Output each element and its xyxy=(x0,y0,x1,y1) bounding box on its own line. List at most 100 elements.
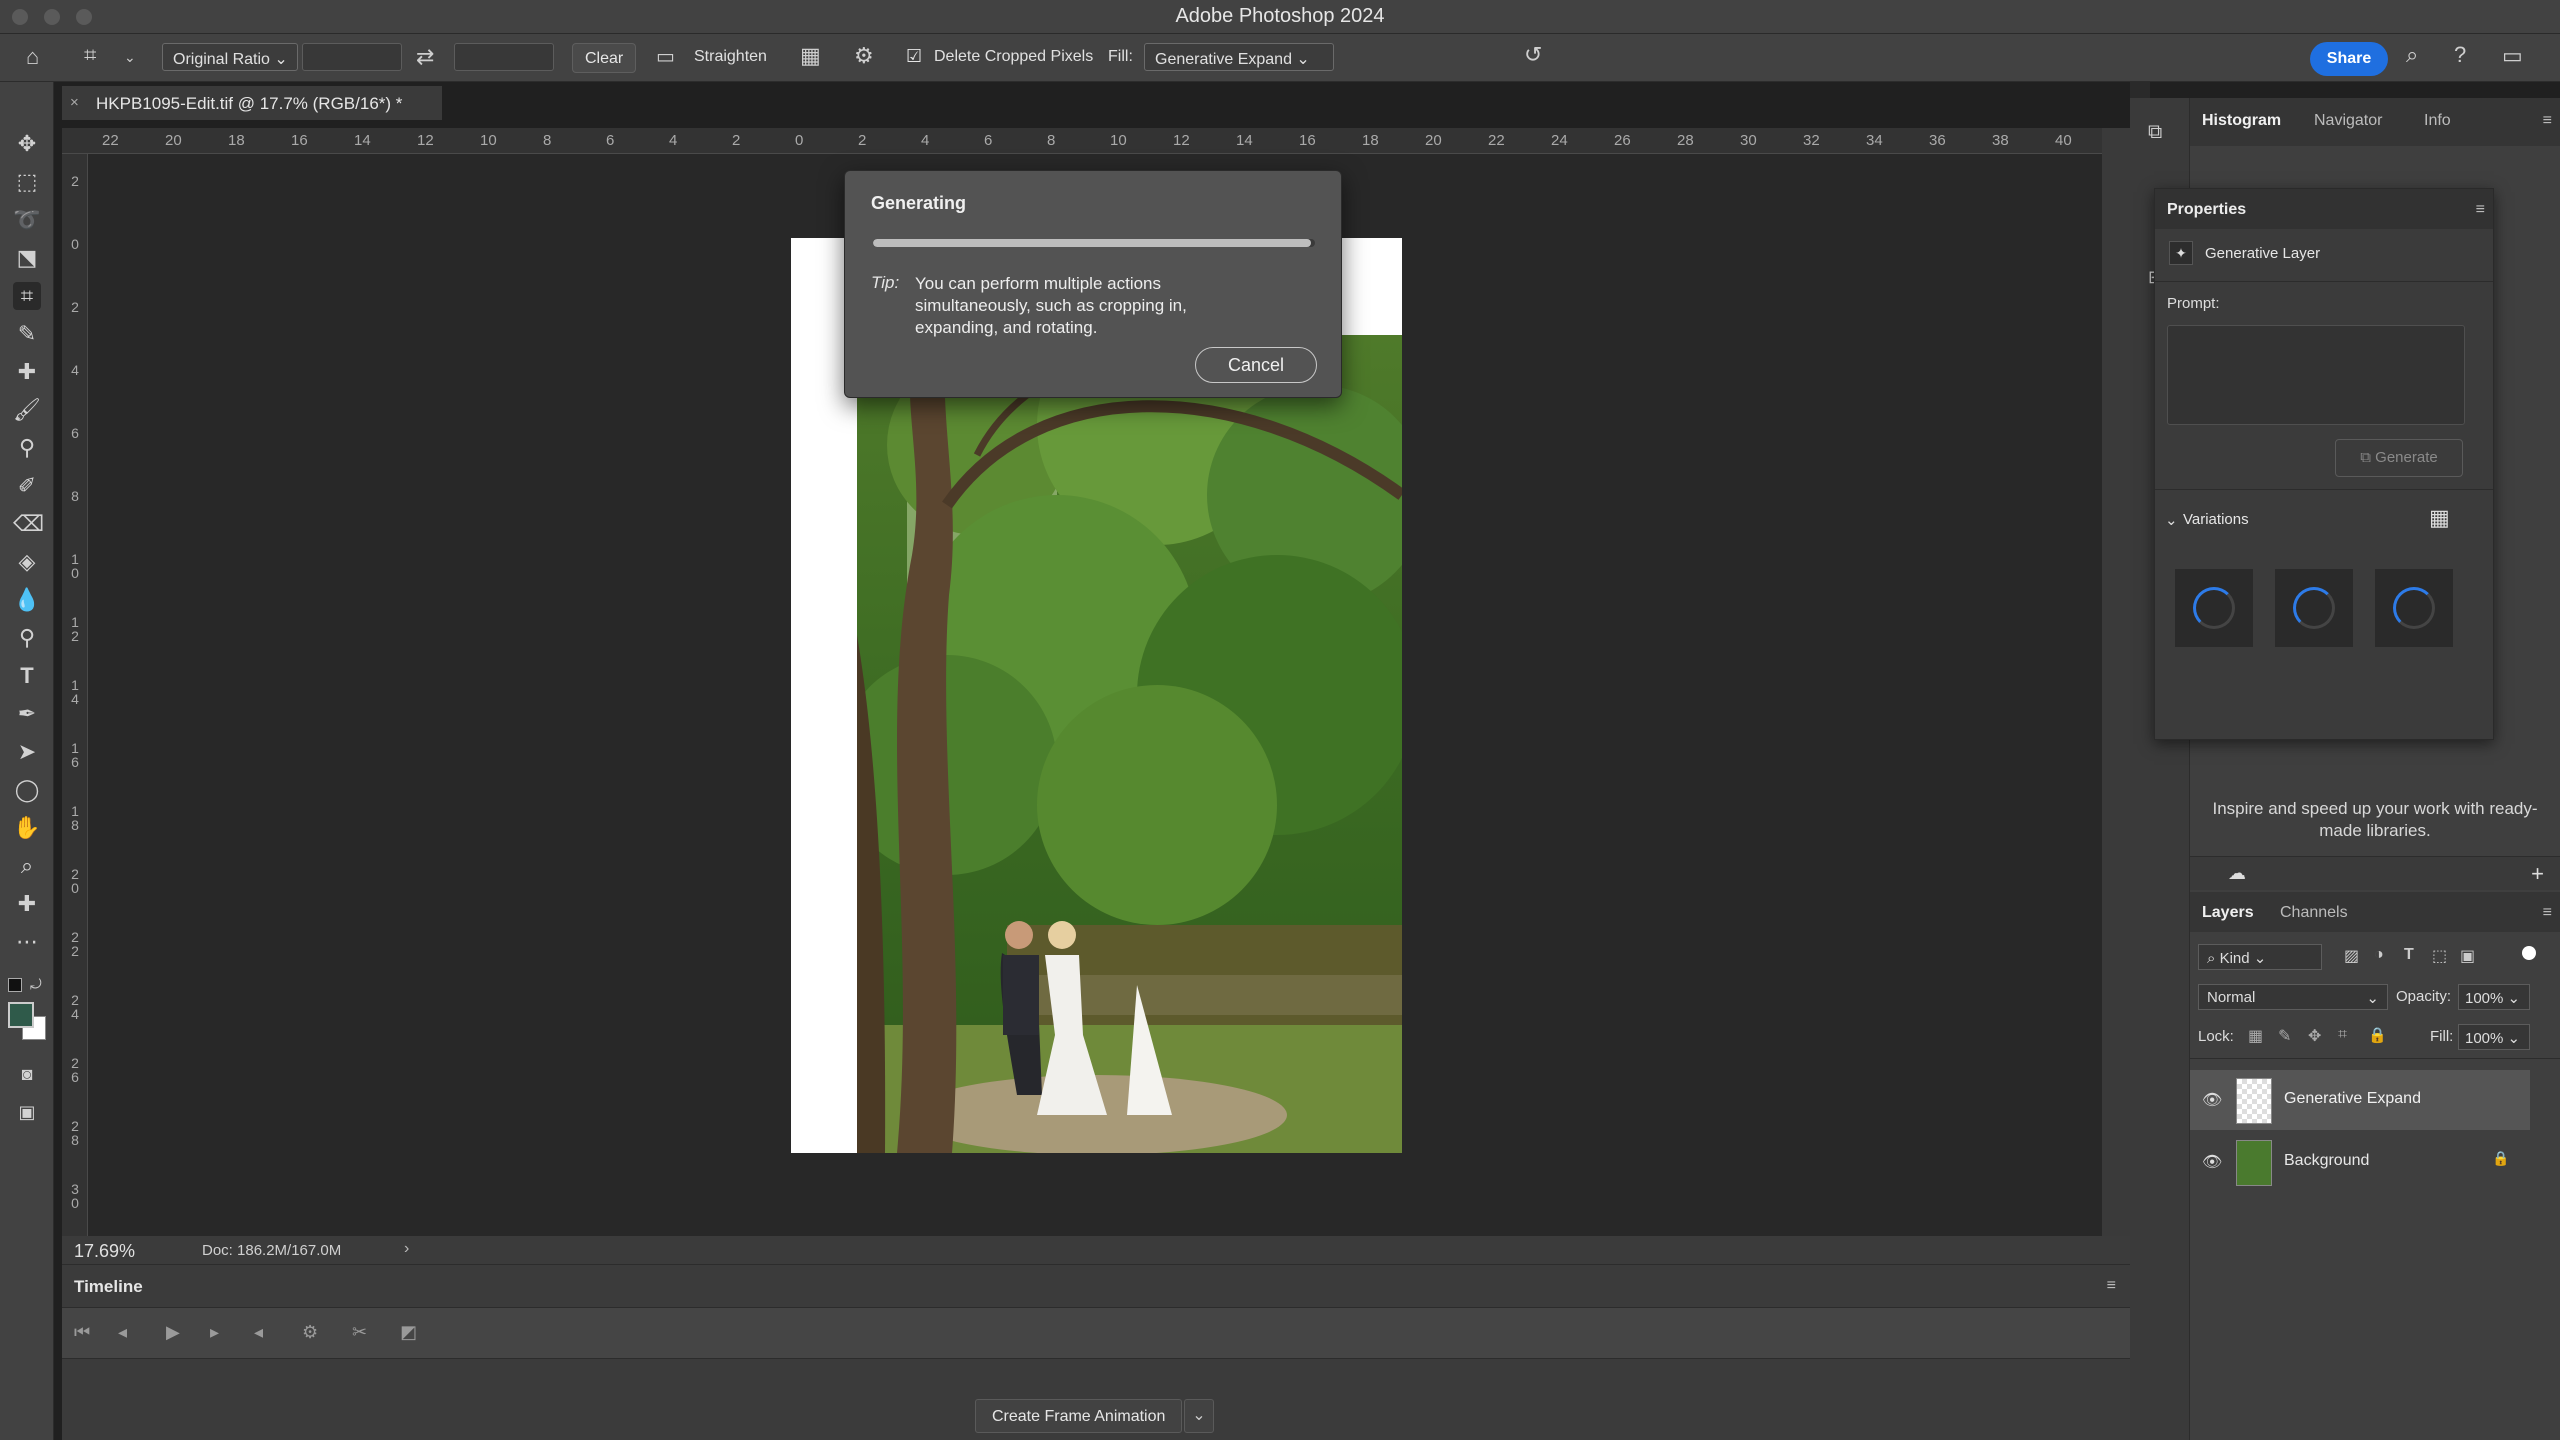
chevron-down-icon[interactable]: ⌄ xyxy=(1184,1399,1214,1433)
ratio-select[interactable]: Original Ratio ⌄ xyxy=(162,43,298,71)
adjustment-filter-icon[interactable]: ◑ xyxy=(2374,946,2384,964)
width-input[interactable] xyxy=(302,43,402,71)
paint-bucket-tool-icon[interactable]: ◈ xyxy=(13,548,41,576)
clone-stamp-tool-icon[interactable]: ⚲ xyxy=(13,434,41,462)
lock-all-icon[interactable]: 🔒 xyxy=(2368,1026,2387,1044)
variation-thumbnail[interactable] xyxy=(2175,569,2253,647)
shape-filter-icon[interactable]: ⬚ xyxy=(2432,946,2447,966)
foreground-color-swatch[interactable] xyxy=(8,1002,34,1028)
play-icon[interactable]: ▶ xyxy=(166,1322,180,1343)
help-icon[interactable]: ? xyxy=(2454,44,2466,66)
path-selection-tool-icon[interactable]: ➤ xyxy=(13,738,41,766)
home-icon[interactable]: ⌂ xyxy=(26,46,39,68)
hand-tool-icon[interactable]: ✋ xyxy=(13,814,41,842)
scissors-icon[interactable]: ✂ xyxy=(352,1322,367,1343)
type-filter-icon[interactable]: T xyxy=(2404,946,2414,964)
smart-object-filter-icon[interactable]: ▣ xyxy=(2460,946,2475,966)
tab-info[interactable]: Info xyxy=(2424,112,2451,130)
tab-channels[interactable]: Channels xyxy=(2280,904,2348,922)
prompt-input[interactable] xyxy=(2167,325,2465,425)
lock-pixels-icon[interactable]: ✎ xyxy=(2278,1026,2291,1046)
type-tool-icon[interactable]: T xyxy=(13,662,41,690)
straighten-icon[interactable]: ▭ xyxy=(656,47,675,67)
brush-tool-icon[interactable]: 🖌 xyxy=(13,396,41,424)
workspace-icon[interactable]: ▭ xyxy=(2502,45,2523,67)
default-colors-icon[interactable] xyxy=(8,978,22,992)
healing-brush-tool-icon[interactable]: ✚ xyxy=(13,358,41,386)
lock-position-icon[interactable]: ✥ xyxy=(2308,1026,2321,1046)
lock-transparent-icon[interactable]: ▦ xyxy=(2248,1026,2263,1046)
history-icon[interactable]: ⧉ xyxy=(2148,122,2162,142)
cancel-button[interactable]: Cancel xyxy=(1195,347,1317,383)
eyedropper-tool-icon[interactable]: ✎ xyxy=(13,320,41,348)
tab-layers[interactable]: Layers xyxy=(2202,904,2254,922)
quick-mask-icon[interactable]: ◙ xyxy=(13,1060,41,1088)
lasso-tool-icon[interactable]: ➰ xyxy=(13,206,41,234)
vertical-scrollbar[interactable] xyxy=(2102,128,2130,1236)
move-tool-icon[interactable]: ✥ xyxy=(13,130,41,158)
tab-navigator[interactable]: Navigator xyxy=(2314,112,2382,130)
zoom-level[interactable]: 17.69% xyxy=(74,1241,135,1262)
layer-name[interactable]: Background xyxy=(2284,1152,2369,1170)
audio-icon[interactable]: ◂ xyxy=(254,1322,263,1343)
panel-menu-icon[interactable]: ≡ xyxy=(2543,904,2552,922)
panel-menu-icon[interactable]: ≡ xyxy=(2476,201,2485,219)
settings-icon[interactable]: ⚙ xyxy=(302,1322,318,1343)
transition-icon[interactable]: ◩ xyxy=(400,1322,417,1343)
filter-toggle-icon[interactable] xyxy=(2522,946,2536,960)
panel-menu-icon[interactable]: ≡ xyxy=(2107,1277,2116,1295)
next-frame-icon[interactable]: ▸ xyxy=(210,1322,219,1343)
blur-tool-icon[interactable]: 💧 xyxy=(13,586,41,614)
grid-overlay-icon[interactable]: ▦ xyxy=(800,45,821,67)
pen-tool-icon[interactable]: ✒ xyxy=(13,700,41,728)
layer-name[interactable]: Generative Expand xyxy=(2284,1090,2421,1108)
object-selection-tool-icon[interactable]: ⬔ xyxy=(13,244,41,272)
zoom-tool-icon[interactable]: ⌕ xyxy=(13,852,41,880)
cloud-icon[interactable]: ☁ xyxy=(2228,863,2246,884)
layer-row-background[interactable]: 👁 Background 🔒 xyxy=(2190,1132,2530,1192)
fill-input[interactable]: 100% ⌄ xyxy=(2458,1024,2530,1050)
swap-icon[interactable]: ⇄ xyxy=(416,46,434,68)
gear-icon[interactable]: ⚙ xyxy=(854,45,874,67)
search-icon[interactable]: ⌕ xyxy=(2406,44,2418,66)
visibility-eye-icon[interactable]: 👁 xyxy=(2202,1090,2222,1110)
chevron-down-icon[interactable]: ⌄ xyxy=(124,50,136,64)
height-input[interactable] xyxy=(454,43,554,71)
add-icon[interactable]: + xyxy=(2531,861,2544,887)
checkbox-checked-icon[interactable]: ☑ xyxy=(906,47,922,65)
panel-menu-icon[interactable]: ≡ xyxy=(2543,112,2552,130)
straighten-label[interactable]: Straighten xyxy=(694,48,767,66)
more-tools-icon[interactable]: ⋯ xyxy=(13,928,41,956)
clear-button[interactable]: Clear xyxy=(572,43,637,73)
fill-select[interactable]: Generative Expand ⌄ xyxy=(1144,43,1334,71)
reset-icon[interactable]: ↺ xyxy=(1524,44,1542,66)
opacity-input[interactable]: 100% ⌄ xyxy=(2458,984,2530,1010)
kind-filter-select[interactable]: ⌕ Kind ⌄ xyxy=(2198,944,2322,970)
crop-tool-icon[interactable]: ⌗ xyxy=(13,282,41,310)
create-frame-animation-button[interactable]: Create Frame Animation xyxy=(975,1399,1183,1433)
chevron-down-icon[interactable]: ⌄ xyxy=(2165,511,2178,529)
dodge-tool-icon[interactable]: ⚲ xyxy=(13,624,41,652)
chevron-right-icon[interactable]: › xyxy=(404,1240,409,1258)
pixel-filter-icon[interactable]: ▨ xyxy=(2344,946,2359,966)
grid-view-icon[interactable]: ▦ xyxy=(2429,505,2450,531)
crop-tool-preset-icon[interactable]: ⌗ xyxy=(84,44,96,66)
share-button[interactable]: Share xyxy=(2310,42,2388,76)
eraser-tool-icon[interactable]: ⌫ xyxy=(13,510,44,538)
marquee-tool-icon[interactable]: ⬚ xyxy=(13,168,41,196)
first-frame-icon[interactable]: ⏮ xyxy=(74,1322,90,1343)
tab-histogram[interactable]: Histogram xyxy=(2202,112,2281,130)
close-tab-icon[interactable]: × xyxy=(70,94,79,111)
blend-mode-select[interactable]: Normal ⌄ xyxy=(2198,984,2388,1010)
generate-button[interactable]: ⧉ Generate xyxy=(2335,439,2463,477)
visibility-eye-icon[interactable]: 👁 xyxy=(2202,1152,2222,1172)
previous-frame-icon[interactable]: ◂ xyxy=(118,1322,127,1343)
swap-colors-icon[interactable]: ⤾ xyxy=(30,976,42,993)
variation-thumbnail[interactable] xyxy=(2375,569,2453,647)
ellipse-tool-icon[interactable]: ◯ xyxy=(13,776,41,804)
lock-artboard-icon[interactable]: ⌗ xyxy=(2338,1026,2347,1044)
document-tab[interactable]: × HKPB1095-Edit.tif @ 17.7% (RGB/16*) * xyxy=(62,86,442,120)
remove-tool-icon[interactable]: ✚ xyxy=(13,890,41,918)
variation-thumbnail[interactable] xyxy=(2275,569,2353,647)
layer-row-generative-expand[interactable]: 👁 Generative Expand xyxy=(2190,1070,2530,1130)
